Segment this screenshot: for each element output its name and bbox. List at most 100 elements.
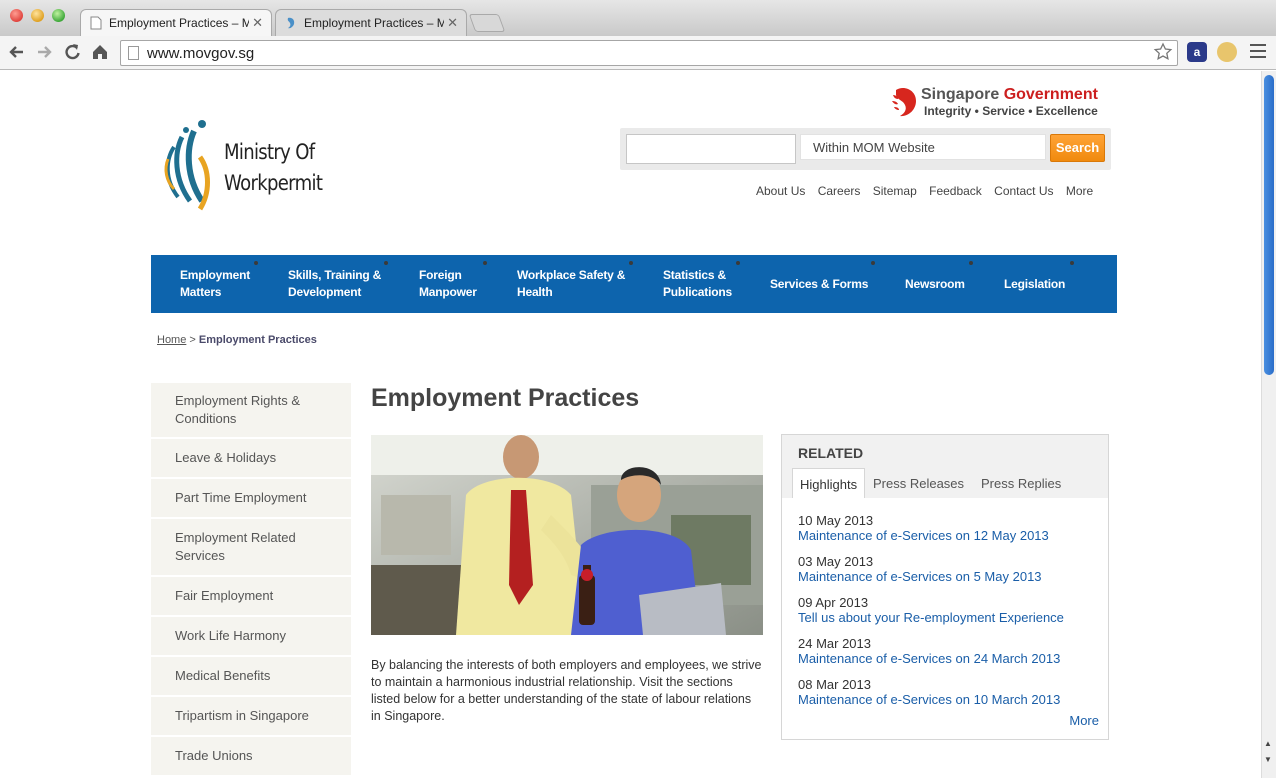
list-item: 09 Apr 2013 Tell us about your Re-employ… — [798, 595, 1098, 636]
search-button[interactable]: Search — [1050, 134, 1105, 162]
link-more[interactable]: More — [1066, 184, 1093, 198]
breadcrumb-separator: > — [189, 334, 196, 346]
browser-tab[interactable]: Employment Practices – Mi ✕ — [275, 9, 467, 36]
scroll-down-arrow-icon[interactable]: ▼ — [1264, 755, 1272, 764]
minimize-window-button[interactable] — [31, 9, 44, 22]
search-input[interactable] — [626, 134, 796, 164]
new-tab-button[interactable] — [468, 14, 506, 32]
page-icon — [128, 46, 139, 60]
news-link[interactable]: Maintenance of e-Services on 10 March 20… — [798, 692, 1098, 708]
browser-toolbar: www.movgov.sg a — [0, 36, 1276, 70]
related-title: RELATED — [798, 445, 864, 461]
gov-title-singapore: Singapore — [921, 86, 1000, 103]
nav-divider — [871, 261, 875, 265]
nav-divider — [483, 261, 487, 265]
news-list: 10 May 2013 Maintenance of e-Services on… — [798, 513, 1098, 718]
more-link[interactable]: More — [1069, 713, 1099, 728]
news-link[interactable]: Maintenance of e-Services on 12 May 2013 — [798, 528, 1098, 544]
sidebar-item-medical-benefits[interactable]: Medical Benefits — [151, 657, 351, 697]
browser-tab-active[interactable]: Employment Practices – Mi ✕ — [80, 9, 272, 36]
ministry-emblem-icon — [164, 120, 210, 211]
breadcrumb: Home > Employment Practices — [157, 334, 317, 346]
url-text[interactable]: www.movgov.sg — [147, 45, 254, 62]
address-bar[interactable]: www.movgov.sg — [120, 40, 1178, 66]
link-feedback[interactable]: Feedback — [929, 184, 982, 198]
page-scrollbar[interactable]: ▲ ▼ — [1261, 71, 1276, 778]
sidebar-menu: Employment Rights & Conditions Leave & H… — [151, 383, 351, 777]
ministry-name-line1: Ministry Of — [224, 140, 315, 164]
breadcrumb-home-link[interactable]: Home — [157, 334, 186, 346]
nav-divider — [1070, 261, 1074, 265]
nav-label: Skills, Training & — [288, 268, 382, 282]
scroll-up-arrow-icon[interactable]: ▲ — [1264, 739, 1272, 748]
lion-favicon-icon — [287, 17, 295, 29]
related-panel: RELATED Highlights Press Releases Press … — [781, 434, 1109, 740]
zoom-window-button[interactable] — [52, 9, 65, 22]
nav-label: Employment — [180, 268, 251, 282]
nav-services-forms[interactable]: Services & Forms — [770, 255, 868, 313]
list-item: 08 Mar 2013 Maintenance of e-Services on… — [798, 677, 1098, 718]
nav-statistics-publications[interactable]: Statistics & Publications — [663, 255, 732, 313]
link-contact-us[interactable]: Contact Us — [994, 184, 1053, 198]
news-date: 24 Mar 2013 — [798, 636, 871, 651]
nav-newsroom[interactable]: Newsroom — [905, 255, 965, 313]
list-item: 03 May 2013 Maintenance of e-Services on… — [798, 554, 1098, 595]
sidebar-item-fair-employment[interactable]: Fair Employment — [151, 577, 351, 617]
link-careers[interactable]: Careers — [818, 184, 861, 198]
link-sitemap[interactable]: Sitemap — [873, 184, 917, 198]
close-window-button[interactable] — [10, 9, 23, 22]
nav-label: Publications — [663, 285, 732, 299]
singapore-government-logo[interactable]: Singapore Government Integrity • Service… — [890, 86, 1110, 120]
nav-legislation[interactable]: Legislation — [1004, 255, 1065, 313]
sidebar-item-tripartism[interactable]: Tripartism in Singapore — [151, 697, 351, 737]
nav-label: Health — [517, 285, 553, 299]
sidebar-item-part-time[interactable]: Part Time Employment — [151, 479, 351, 519]
sidebar-item-employment-services[interactable]: Employment Related Services — [151, 519, 351, 577]
reload-icon[interactable] — [61, 41, 83, 63]
tab-highlights[interactable]: Highlights — [792, 468, 866, 498]
forward-icon[interactable] — [33, 41, 55, 63]
news-link[interactable]: Maintenance of e-Services on 5 May 2013 — [798, 569, 1098, 585]
nav-divider — [384, 261, 388, 265]
list-item: 10 May 2013 Maintenance of e-Services on… — [798, 513, 1098, 554]
sidebar-item-leave-holidays[interactable]: Leave & Holidays — [151, 439, 351, 479]
news-link[interactable]: Maintenance of e-Services on 24 March 20… — [798, 651, 1098, 667]
browser-menu-icon[interactable] — [1250, 44, 1266, 58]
nav-employment-matters[interactable]: Employment Matters — [180, 255, 250, 313]
nav-label: Services & Forms — [770, 276, 869, 291]
sidebar-item-trade-unions[interactable]: Trade Unions — [151, 737, 351, 777]
sidebar-item-employment-rights[interactable]: Employment Rights & Conditions — [151, 383, 351, 439]
news-date: 10 May 2013 — [798, 513, 874, 528]
gov-title-government: Government — [1003, 86, 1098, 103]
news-date: 08 Mar 2013 — [798, 677, 871, 692]
ministry-name: Ministry Of Workpermit — [224, 137, 323, 199]
news-date: 03 May 2013 — [798, 554, 874, 569]
bookmark-star-icon[interactable] — [1153, 42, 1173, 62]
news-link[interactable]: Tell us about your Re-employment Experie… — [798, 610, 1098, 626]
hero-photo — [371, 435, 763, 635]
tab-press-releases[interactable]: Press Releases — [866, 468, 971, 498]
extension-cookie-icon[interactable] — [1217, 42, 1237, 62]
sidebar-item-work-life-harmony[interactable]: Work Life Harmony — [151, 617, 351, 657]
list-item: 24 Mar 2013 Maintenance of e-Services on… — [798, 636, 1098, 677]
search-scope-select[interactable]: Within MOM Website — [800, 134, 1046, 160]
tab-title: Employment Practices – Mi — [109, 16, 249, 30]
site-search: Within MOM Website Search — [620, 128, 1111, 170]
tab-press-replies[interactable]: Press Replies — [974, 468, 1068, 498]
nav-label: Foreign — [419, 268, 462, 282]
close-tab-icon[interactable]: ✕ — [447, 15, 458, 31]
nav-workplace-safety[interactable]: Workplace Safety & Health — [517, 255, 625, 313]
ministry-logo[interactable]: Ministry Of Workpermit — [160, 119, 340, 214]
scrollbar-thumb[interactable] — [1264, 75, 1274, 375]
close-tab-icon[interactable]: ✕ — [252, 15, 263, 31]
nav-skills-training[interactable]: Skills, Training & Development — [288, 255, 381, 313]
page-icon — [90, 16, 102, 30]
home-icon[interactable] — [89, 41, 111, 63]
nav-label: Workplace Safety & — [517, 268, 626, 282]
nav-divider — [969, 261, 973, 265]
extension-a-icon[interactable]: a — [1187, 42, 1207, 62]
nav-foreign-manpower[interactable]: Foreign Manpower — [419, 255, 477, 313]
nav-divider — [736, 261, 740, 265]
link-about-us[interactable]: About Us — [756, 184, 805, 198]
back-icon[interactable] — [6, 41, 28, 63]
